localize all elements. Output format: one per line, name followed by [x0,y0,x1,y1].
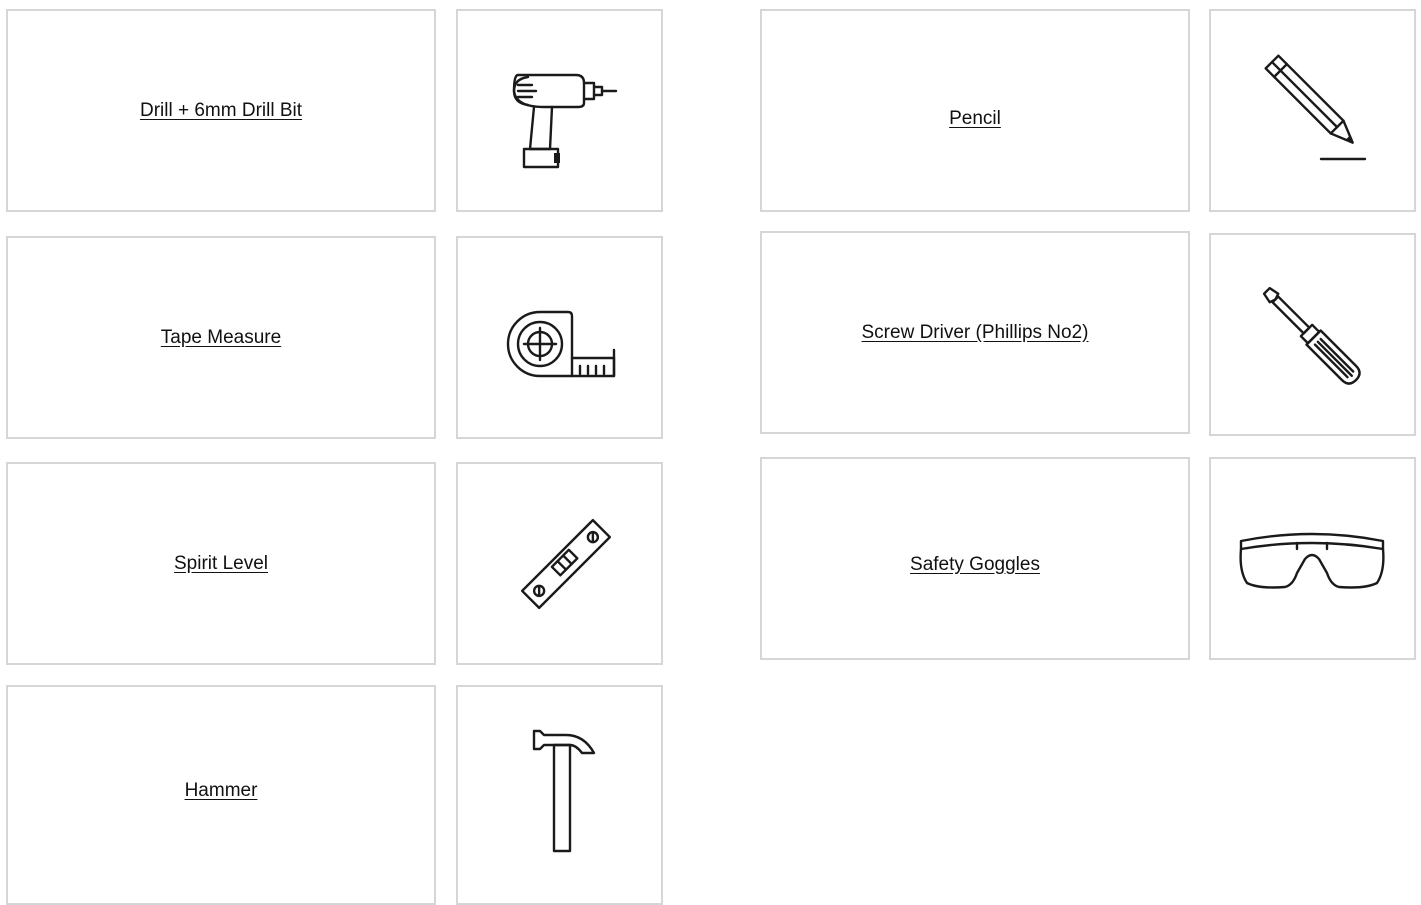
safety-goggles-link[interactable]: Safety Goggles [910,554,1040,576]
safety-goggles-label-card: Safety Goggles [760,457,1190,660]
spirit-level-icon-card [456,462,663,665]
pencil-label-card: Pencil [760,9,1190,212]
drill-icon-card [456,9,663,212]
safety-goggles-icon [1239,532,1385,589]
screwdriver-label-card: Screw Driver (Phillips No2) [760,231,1190,434]
spirit-level-icon [520,518,612,610]
safety-goggles-icon-card [1209,457,1416,660]
screwdriver-icon [1262,286,1361,385]
screwdriver-link[interactable]: Screw Driver (Phillips No2) [862,322,1089,344]
spirit-level-link[interactable]: Spirit Level [174,553,268,575]
pencil-link[interactable]: Pencil [949,108,1001,130]
hammer-link[interactable]: Hammer [185,780,258,802]
drill-icon [512,73,618,169]
hammer-label-card: Hammer [6,685,436,905]
spirit-level-label-card: Spirit Level [6,462,436,665]
drill-label-card: Drill + 6mm Drill Bit [6,9,436,212]
pencil-icon-card [1209,9,1416,212]
tape-measure-link[interactable]: Tape Measure [161,327,281,349]
screwdriver-icon-card [1209,233,1416,436]
tape-measure-icon [506,310,616,378]
drill-link[interactable]: Drill + 6mm Drill Bit [140,100,302,122]
hammer-icon-card [456,685,663,905]
pencil-icon [1264,54,1367,161]
tape-measure-label-card: Tape Measure [6,236,436,439]
hammer-icon [532,729,596,853]
tape-measure-icon-card [456,236,663,439]
